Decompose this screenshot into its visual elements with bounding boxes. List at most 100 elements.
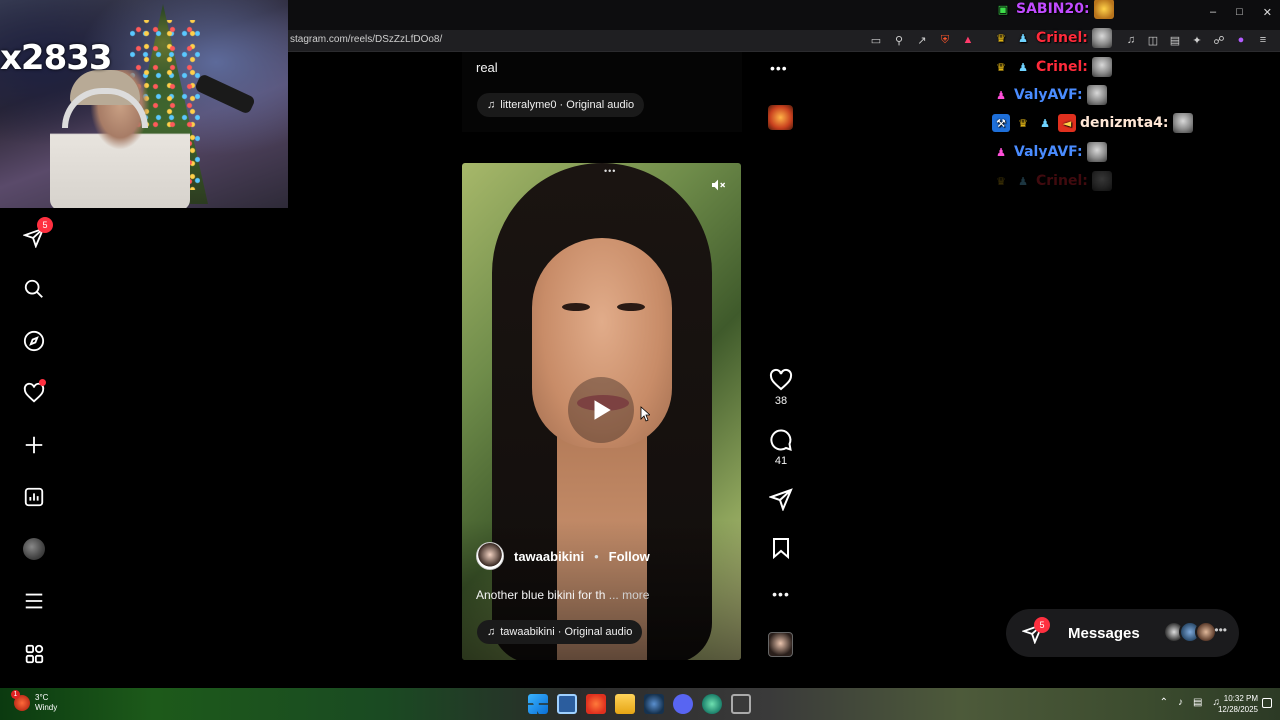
clock-time: 10:32 PM [1223, 694, 1258, 703]
music-icon[interactable]: ♫ [1124, 33, 1138, 47]
mouse-cursor-icon [640, 406, 650, 422]
chat-message: ♛ ♟ Crinel: [992, 55, 1112, 79]
crown-badge-icon: ♛ [996, 174, 1006, 188]
browser-menu-icon[interactable]: ≡ [1256, 33, 1270, 47]
sidebar-item-search[interactable] [20, 275, 48, 303]
speaker-icon[interactable]: ♪ [1178, 697, 1183, 708]
extension-icons: ♫ ◫ ▤ ✦ ☍ ● ≡ [1124, 33, 1270, 47]
screen-icon[interactable]: ▭ [869, 33, 883, 47]
previous-reel-footer [462, 52, 742, 132]
audio-thumbnail[interactable] [768, 632, 793, 657]
mod-badge-icon: ♟ [1018, 60, 1028, 74]
search-icon [24, 279, 43, 298]
previous-audio-thumbnail[interactable] [768, 105, 793, 130]
sidebar-icon[interactable]: ◫ [1146, 33, 1160, 47]
chat-username: Crinel: [1036, 30, 1088, 46]
follow-button[interactable]: Follow [609, 549, 650, 564]
discord-icon[interactable] [673, 694, 693, 714]
address-bar[interactable]: stagram.com/reels/DSzZzLfDOo8/ ▭ ⚲ ↗ ⛨ ▲… [280, 30, 1280, 52]
chat-message: ⚒ ♛ ♟ ◄ denizmta4: [992, 111, 1193, 135]
url-text[interactable]: stagram.com/reels/DSzZzLfDOo8/ [290, 34, 442, 45]
chat-username: denizmta4: [1080, 115, 1169, 131]
menu-icon [25, 593, 43, 609]
mod-badge-icon: ♟ [1040, 116, 1050, 130]
author-separator: • [594, 548, 599, 564]
messages-label: Messages [1068, 624, 1140, 642]
chat-emote [1091, 28, 1112, 48]
save-action[interactable] [766, 536, 796, 560]
steam-icon[interactable] [644, 694, 664, 714]
network-icon[interactable]: ▤ [1193, 697, 1202, 708]
sidebar-item-dashboard[interactable] [20, 483, 48, 511]
rewards-icon[interactable]: ▲ [961, 33, 975, 47]
caption-more-link[interactable]: ... more [609, 588, 650, 602]
sidebar-item-create[interactable] [20, 431, 48, 459]
tray-overflow-icon[interactable]: ⌃ [1160, 697, 1168, 708]
author-avatar[interactable] [476, 542, 504, 570]
comment-icon [770, 429, 792, 451]
brave-shield-icon[interactable]: ⛨ [938, 33, 952, 47]
caption-text: Another blue bikini for th [476, 588, 606, 602]
reel-caption: Another blue bikini for th ... more [476, 588, 649, 602]
comment-action[interactable]: 41 [766, 428, 796, 467]
weather-desc: Windy [35, 703, 58, 712]
taskbar-clock[interactable]: 10:32 PM 12/28/2025 [1218, 693, 1258, 715]
share-icon[interactable]: ↗ [915, 33, 929, 47]
search-app-icon[interactable] [557, 694, 577, 714]
chat-message: ♛ ♟ Crinel: [992, 26, 1112, 50]
sidebar-item-apps[interactable] [20, 640, 48, 668]
extensions-icon[interactable]: ✦ [1190, 33, 1204, 47]
more-options-icon[interactable]: ••• [766, 586, 796, 602]
sidebar-item-more[interactable] [20, 587, 48, 615]
previous-audio-pill[interactable]: ♫ litteralyme0 · Original audio [477, 93, 645, 117]
system-tray: ⌃ ♪ ▤ ♫ [1160, 697, 1220, 708]
chat-message: ▣ SABIN20: [994, 0, 1114, 21]
chat-username: ValyAVF: [1014, 144, 1083, 160]
hammer-badge-icon: ⚒ [992, 114, 1010, 132]
sidebar-item-direct[interactable]: 5 [20, 217, 53, 251]
reel-audio-label: tawaabikini · Original audio [500, 626, 633, 638]
weather-badge: 1 [11, 690, 20, 699]
file-explorer-icon[interactable] [615, 694, 635, 714]
share-action[interactable] [766, 487, 796, 511]
messages-button[interactable]: 5 Messages ••• [1006, 609, 1239, 657]
leo-icon[interactable]: ● [1234, 33, 1248, 47]
sidebar-item-notifications[interactable] [20, 379, 48, 407]
zoom-icon[interactable]: ⚲ [892, 33, 906, 47]
play-button[interactable] [568, 377, 634, 443]
author-username[interactable]: tawaabikini [514, 549, 584, 564]
vpn-icon[interactable]: ☍ [1212, 33, 1226, 47]
plus-icon [25, 436, 43, 454]
more-icon: ••• [1214, 623, 1227, 637]
chat-message: ♟ ValyAVF: [992, 83, 1107, 107]
video-subject-eye [562, 303, 590, 311]
direct-badge: 5 [37, 217, 53, 233]
webcam-overlay-text: x2833 [0, 38, 113, 78]
reel-audio-pill[interactable]: ♫ tawaabikini · Original audio [477, 620, 643, 644]
volume-muted-icon[interactable] [710, 177, 726, 193]
chat-emote [1086, 85, 1107, 105]
close-icon[interactable]: ✕ [1263, 6, 1272, 19]
like-action[interactable]: 38 [766, 368, 796, 407]
crown-badge-icon: ♛ [996, 60, 1006, 74]
globe-app-icon[interactable] [702, 694, 722, 714]
minimize-icon[interactable]: – [1210, 6, 1216, 19]
music-note-icon: ♫ [487, 99, 496, 111]
paper-plane-icon [769, 488, 793, 511]
windows-start-icon[interactable] [528, 694, 548, 714]
calculator-icon[interactable] [731, 694, 751, 714]
previous-more-icon[interactable]: ••• [770, 60, 788, 76]
maximize-icon[interactable]: □ [1236, 6, 1243, 19]
taskbar-apps [528, 694, 751, 714]
gift-badge-icon: ▣ [997, 2, 1009, 16]
chat-username: Crinel: [1036, 59, 1088, 75]
sidebar-item-profile[interactable] [20, 535, 48, 563]
weather-widget[interactable]: 1 3°C Windy [11, 690, 58, 713]
notification-center-icon[interactable] [1262, 698, 1272, 708]
sidebar-item-explore[interactable] [20, 327, 48, 355]
reel-video[interactable]: ••• tawaabikini • Follow Another blue bi… [462, 163, 741, 660]
chat-emote [1091, 171, 1112, 191]
chat-username: ValyAVF: [1014, 87, 1083, 103]
wallet-icon[interactable]: ▤ [1168, 33, 1182, 47]
brave-browser-icon[interactable] [586, 694, 606, 714]
